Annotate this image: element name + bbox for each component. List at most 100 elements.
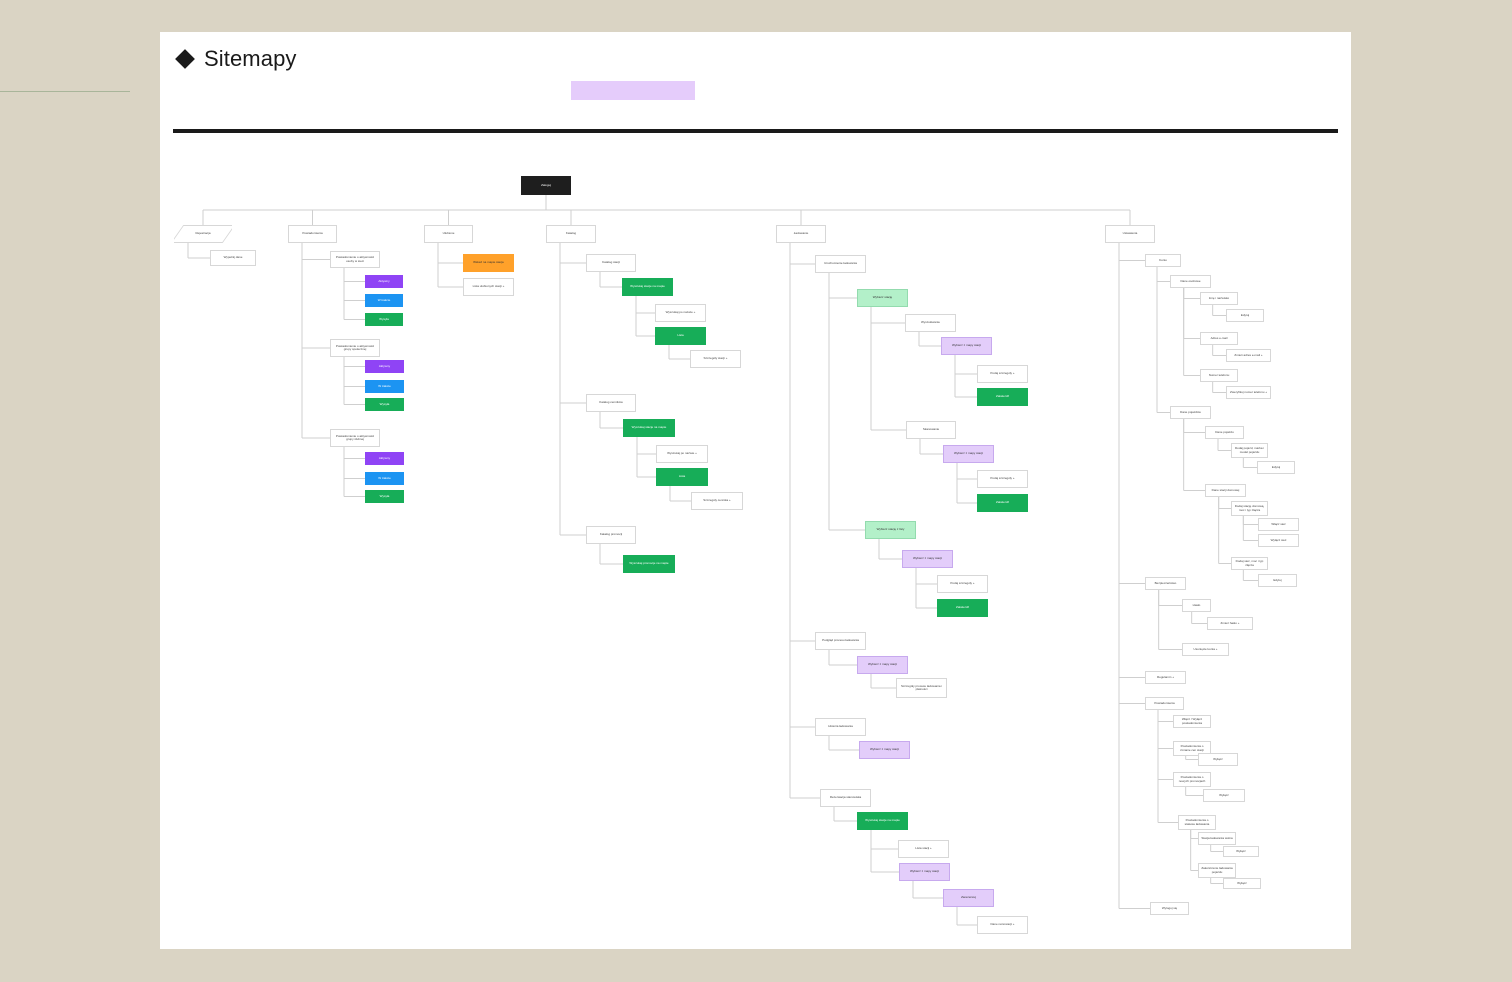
sitemap-node-ust-1a2a[interactable]: Zmień adres e-mail + <box>1226 349 1271 362</box>
sitemap-node-ust-1a1[interactable]: Imię i nazwisko <box>1200 292 1238 305</box>
sitemap-node-pow-2c[interactable]: Wysyła <box>365 398 404 411</box>
sitemap-node-lad-1b1[interactable]: Wybierz z mapy stacji <box>902 550 953 568</box>
sitemap-node-ust-1b1b[interactable]: Edytuj <box>1257 461 1295 474</box>
sitemap-node-pow-3c[interactable]: Wysyła <box>365 490 404 503</box>
sitemap-node-lad-1a2b[interactable]: Podaj szczegóły + <box>977 470 1028 488</box>
sitemap-node-lad-1a1c[interactable]: Zatwierdź <box>977 388 1028 406</box>
sitemap-node-ust-1b2b1[interactable]: Edytuj <box>1258 574 1297 587</box>
sitemap-node-ulu-1[interactable]: Wskaż na mapie stacje <box>463 254 514 272</box>
frame-header: Sitemapy <box>174 44 297 74</box>
sitemap-node-ust-2b[interactable]: Usunięcie konta + <box>1182 643 1229 656</box>
sitemap-node-lad-4c[interactable]: Wybierz z mapy stacji <box>899 863 950 881</box>
sitemap-node-pow-3a[interactable]: Aktywny <box>365 452 404 465</box>
sitemap-node-pow-2b[interactable]: W trakcie <box>365 380 404 393</box>
sitemap-node-ust-1b1a[interactable]: Dodaj pojazd, marka i model pojazdu <box>1231 443 1268 458</box>
sitemap-node-ust-1a3a[interactable]: Zweryfikuj numer telefonu + <box>1226 386 1271 399</box>
sitemap-node-kat[interactable]: Katalog <box>546 225 596 243</box>
sitemap-node-ust-1b2a[interactable]: Dodaj stację domową, moc i typ złącza <box>1231 501 1268 516</box>
sitemap-node-kat-2c[interactable]: Lista <box>656 468 708 486</box>
sitemap-node-lad-4[interactable]: Rezerwacja stanowiska <box>820 789 871 807</box>
sitemap-node-kat-2a[interactable]: Wyszukaj stacje na mapie <box>623 419 675 437</box>
sitemap-node-ust-1a[interactable]: Dane osobowe <box>1170 275 1211 288</box>
sitemap-node-kat-3a[interactable]: Wyszukaj promocje na mapie <box>623 555 675 573</box>
node-label: Wyszukaj stacje na mapie <box>631 425 667 430</box>
sitemap-node-kat-2d[interactable]: Szczegóły cennika + <box>691 492 743 510</box>
sitemap-node-ust-4[interactable]: Powiadomienia <box>1145 697 1184 710</box>
sitemap-node-pow-1b[interactable]: W trakcie <box>365 294 403 307</box>
sitemap-node-ust-1b2b[interactable]: Dodaj sieć, moc i typ złącza <box>1231 557 1268 570</box>
sitemap-node-lad-1[interactable]: Uruchomienie ładowania <box>815 255 866 273</box>
sticky-note[interactable] <box>571 81 695 100</box>
sitemap-node-ust-2a1[interactable]: Zmień hasło + <box>1207 617 1253 630</box>
sitemap-node-ust[interactable]: Ustawienia <box>1105 225 1155 243</box>
whiteboard-frame[interactable]: Sitemapy Zaloguj Rejestracja Wypełnij dan… <box>160 32 1351 949</box>
sitemap-node-pow[interactable]: Powiadomienia <box>288 225 337 243</box>
sitemap-node-ust-1a3[interactable]: Numer telefonu <box>1200 369 1238 382</box>
node-label: Dane rezerwacji + <box>990 922 1015 927</box>
sitemap-node-kat-3[interactable]: Katalog promocji <box>586 526 636 544</box>
node-label: Wysyła <box>379 401 390 406</box>
sitemap-node-lad-3[interactable]: Historia ładowania <box>815 718 866 736</box>
sitemap-node-pow-1[interactable]: Powiadomienie o aktywności osoby w sieci <box>330 251 380 268</box>
sitemap-node-kat-1a[interactable]: Wyszukaj stacje na mapie <box>622 278 673 296</box>
sitemap-node-ust-4c[interactable]: Powiadomienia o nowych promocjach <box>1173 772 1211 787</box>
sitemap-node-pow-3b[interactable]: W trakcie <box>365 472 404 485</box>
sitemap-node-pow-2a[interactable]: Aktywny <box>365 360 404 373</box>
sitemap-node-ulu-2[interactable]: Lista ulubionych stacji + <box>463 278 514 296</box>
sitemap-node-ust-2a[interactable]: Hasło <box>1182 599 1211 612</box>
sitemap-node-lad-1a2[interactable]: Skanowanie <box>906 421 956 439</box>
sitemap-node-kat-1[interactable]: Katalog stacji <box>586 254 636 272</box>
sitemap-node-kat-1d[interactable]: Szczegóły stacji + <box>690 350 741 368</box>
sitemap-node-ust-3[interactable]: Regulamin + <box>1145 671 1186 684</box>
sitemap-node-lad-1a2a[interactable]: Wybierz z mapy stacji <box>943 445 994 463</box>
sitemap-node-ust-4d1a[interactable]: Wyłącz <box>1223 846 1259 857</box>
sitemap-node-rej-1[interactable]: Wypełnij dane <box>210 250 256 266</box>
sitemap-node-ust-1b2a1[interactable]: Włącz sieć <box>1258 518 1299 531</box>
sitemap-node-kat-2[interactable]: Katalog cenników <box>586 394 636 412</box>
sitemap-node-ust-4d[interactable]: Powiadomienia o statusie ładowania <box>1178 815 1216 830</box>
sitemap-node-lad-2a[interactable]: Wybierz z mapy stacji <box>857 656 908 674</box>
node-root[interactable]: Zaloguj <box>521 176 571 195</box>
sitemap-node-rej[interactable]: Rejestracja <box>174 225 232 243</box>
sitemap-node-lad-1b2[interactable]: Podaj szczegóły + <box>937 575 988 593</box>
sitemap-node-ust-4d2a[interactable]: Wyłącz <box>1223 878 1261 889</box>
sitemap-node-kat-1c[interactable]: Lista <box>655 327 706 345</box>
sitemap-node-pow-1c[interactable]: Wysyła <box>365 313 403 326</box>
sitemap-node-lad-3a[interactable]: Wybierz z mapy stacji <box>859 741 910 759</box>
node-label: Wybierz z mapy stacji <box>870 747 899 752</box>
sitemap-node-lad-2b[interactable]: Szczegóły procesu ładowania i płatności <box>896 678 947 698</box>
sitemap-node-lad-1a1b[interactable]: Podaj szczegóły + <box>977 365 1028 383</box>
sitemap-node-pow-2[interactable]: Powiadomienie o aktywności grupy społecz… <box>330 339 380 357</box>
sitemap-node-ust-4d2[interactable]: Zakończenie ładowania pojazdu <box>1198 863 1236 878</box>
sitemap-node-lad-4d[interactable]: Zarezerwuj <box>943 889 994 907</box>
sitemap-node-ust-1a1a[interactable]: Edytuj <box>1226 309 1264 322</box>
sitemap-node-lad-1a[interactable]: Wybierz stację <box>857 289 908 307</box>
sitemap-node-ust-2[interactable]: Bezpieczeństwo <box>1145 577 1186 590</box>
sitemap-node-ust-4b1[interactable]: Wyłącz <box>1198 753 1238 766</box>
sitemap-node-ust-1a2[interactable]: Adres e-mail <box>1200 332 1238 345</box>
sitemap-node-ust-1[interactable]: Konto <box>1145 254 1181 267</box>
sitemap-node-lad-1b[interactable]: Wybierz stację z listy <box>865 521 916 539</box>
sitemap-node-ust-1b2[interactable]: Dane stacji domowej <box>1205 484 1246 497</box>
sitemap-node-ust-1b1[interactable]: Dane pojazdu <box>1205 426 1244 439</box>
sitemap-node-lad-1a1[interactable]: Wyszukiwanie <box>905 314 956 332</box>
sitemap-node-ulu[interactable]: Ulubione <box>424 225 473 243</box>
sitemap-node-lad-4a[interactable]: Wyszukaj stacje na mapie <box>857 812 908 830</box>
sitemap-node-pow-3[interactable]: Powiadomienie o aktywności grupy ślubnej <box>330 429 380 447</box>
sitemap-node-lad-4b[interactable]: Lista stacji + <box>898 840 949 858</box>
sitemap-node-kat-2b[interactable]: Wyszukaj po nazwie + <box>656 445 708 463</box>
sitemap-node-lad[interactable]: Ładowanie <box>776 225 826 243</box>
sitemap-node-lad-1a2c[interactable]: Zatwierdź <box>977 494 1028 512</box>
sitemap-node-kat-1b[interactable]: Wyszukaj po nazwie + <box>655 304 706 322</box>
sitemap-node-ust-4d1[interactable]: Stacja ładowania wolna <box>1198 832 1236 845</box>
sitemap-node-lad-2[interactable]: Podgląd procesu ładowania <box>815 632 866 650</box>
sitemap-node-ust-1b[interactable]: Dane pojazdów <box>1170 406 1211 419</box>
sitemap-node-lad-1b3[interactable]: Zatwierdź <box>937 599 988 617</box>
sitemap-node-ust-5[interactable]: Wyloguj się <box>1150 902 1189 915</box>
sitemap-node-ust-4c1[interactable]: Wyłącz <box>1203 789 1245 802</box>
sitemap-node-lad-4e[interactable]: Dane rezerwacji + <box>977 916 1028 934</box>
sitemap-node-ust-1b2a2[interactable]: Wyłącz sieć <box>1258 534 1299 547</box>
sitemap-node-pow-1a[interactable]: Aktywny <box>365 275 403 288</box>
sitemap-node-ust-4a[interactable]: Włącz / Wyłącz powiadomienia <box>1173 715 1211 728</box>
sitemap-node-lad-1a1a[interactable]: Wybierz z mapy stacji <box>941 337 992 355</box>
